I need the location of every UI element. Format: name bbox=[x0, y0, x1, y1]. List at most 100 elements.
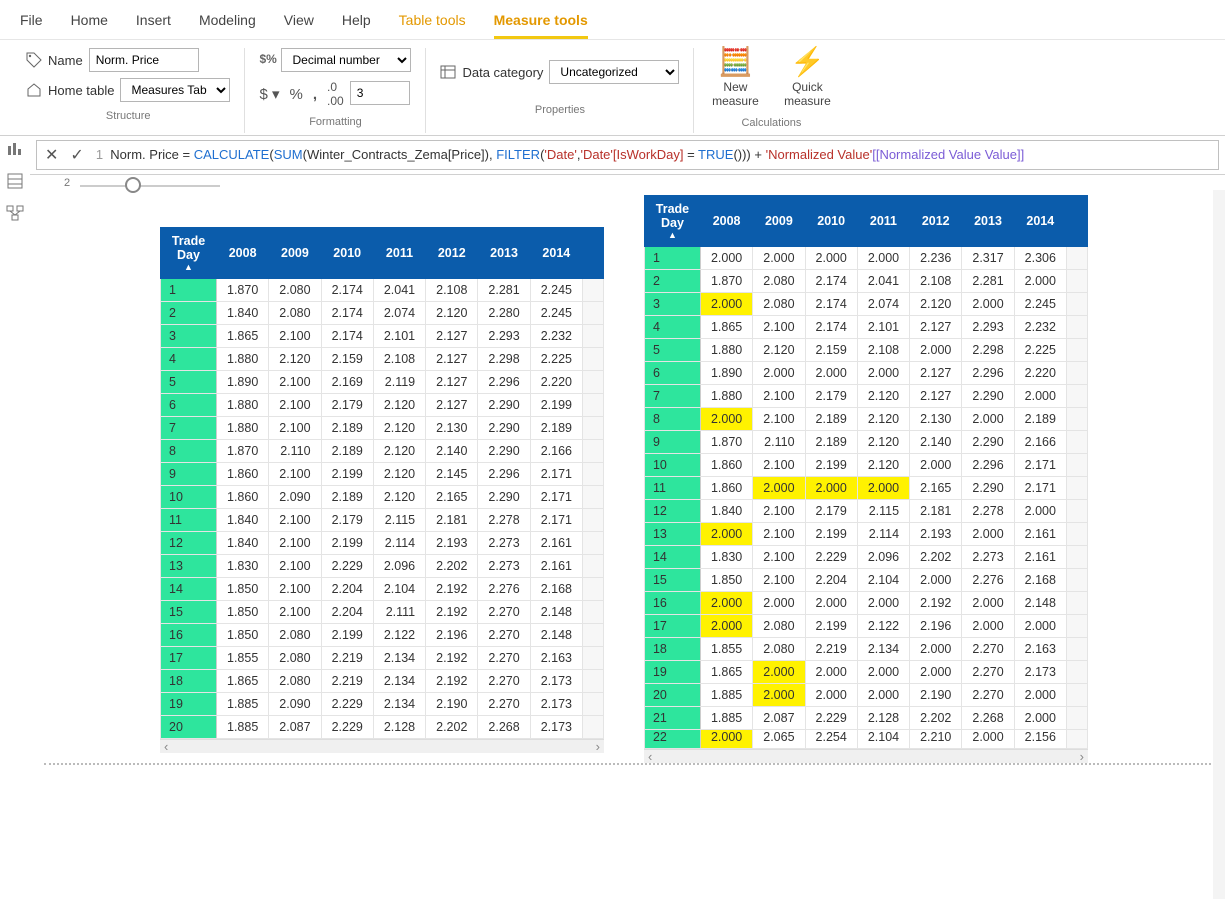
table-row[interactable]: 31.8652.1002.1742.1012.1272.2932.232 bbox=[161, 324, 604, 347]
table-row[interactable]: 141.8302.1002.2292.0962.2022.2732.161 bbox=[644, 545, 1087, 568]
slicer-track[interactable] bbox=[80, 185, 220, 187]
table-row[interactable]: 121.8402.1002.1992.1142.1932.2732.161 bbox=[161, 531, 604, 554]
col-header[interactable]: 2012 bbox=[426, 227, 478, 278]
table-row[interactable]: 61.8802.1002.1792.1202.1272.2902.199 bbox=[161, 393, 604, 416]
table-row[interactable]: 131.8302.1002.2292.0962.2022.2732.161 bbox=[161, 554, 604, 577]
quick-measure-button[interactable]: ⚡ Quick measure bbox=[780, 48, 834, 109]
percent-button[interactable]: % bbox=[290, 86, 303, 103]
table-row[interactable]: 201.8852.0872.2292.1282.2022.2682.173 bbox=[161, 715, 604, 738]
tab-measure-tools[interactable]: Measure tools bbox=[494, 6, 588, 39]
tab-file[interactable]: File bbox=[20, 6, 43, 39]
table-row[interactable]: 151.8502.1002.2042.1112.1922.2702.148 bbox=[161, 600, 604, 623]
cell: 2.273 bbox=[478, 531, 530, 554]
table-row[interactable]: 181.8552.0802.2192.1342.0002.2702.163 bbox=[644, 637, 1087, 660]
col-header[interactable]: TradeDay▲ bbox=[161, 227, 217, 278]
table-row[interactable]: 141.8502.1002.2042.1042.1922.2762.168 bbox=[161, 577, 604, 600]
report-view-icon[interactable] bbox=[6, 140, 24, 158]
table-row[interactable]: 41.8802.1202.1592.1082.1272.2982.225 bbox=[161, 347, 604, 370]
decimal-places-input[interactable] bbox=[350, 81, 410, 105]
cell: 2.100 bbox=[753, 407, 805, 430]
table-row[interactable]: 191.8852.0902.2292.1342.1902.2702.173 bbox=[161, 692, 604, 715]
table-row[interactable]: 162.0002.0002.0002.0002.1922.0002.148 bbox=[644, 591, 1087, 614]
new-measure-button[interactable]: 🧮 New measure bbox=[708, 48, 762, 109]
table-row[interactable]: 172.0002.0802.1992.1222.1962.0002.000 bbox=[644, 614, 1087, 637]
currency-button[interactable]: $ ▾ bbox=[259, 85, 279, 103]
table-row[interactable]: 61.8902.0002.0002.0002.1272.2962.220 bbox=[644, 361, 1087, 384]
table-row[interactable]: 151.8502.1002.2042.1042.0002.2762.168 bbox=[644, 568, 1087, 591]
tab-view[interactable]: View bbox=[284, 6, 314, 39]
table-row[interactable]: 82.0002.1002.1892.1202.1302.0002.189 bbox=[644, 407, 1087, 430]
table-row[interactable]: 101.8602.0902.1892.1202.1652.2902.171 bbox=[161, 485, 604, 508]
col-header[interactable]: 2008 bbox=[700, 195, 752, 246]
col-header[interactable]: 2013 bbox=[962, 195, 1014, 246]
col-header[interactable]: 2009 bbox=[269, 227, 321, 278]
tab-help[interactable]: Help bbox=[342, 6, 371, 39]
table-row[interactable]: 11.8702.0802.1742.0412.1082.2812.245 bbox=[161, 278, 604, 301]
formula-cancel-icon[interactable]: ✕ bbox=[45, 145, 58, 165]
cell: 2.100 bbox=[269, 531, 321, 554]
table-row[interactable]: 12.0002.0002.0002.0002.2362.3172.306 bbox=[644, 246, 1087, 269]
col-header[interactable]: 2014 bbox=[1014, 195, 1066, 246]
thousands-button[interactable]: , bbox=[313, 86, 317, 103]
cell: 2.268 bbox=[478, 715, 530, 738]
matrix-visual-right[interactable]: TradeDay▲200820092010201120122013201412.… bbox=[644, 195, 1088, 763]
col-header[interactable]: 2013 bbox=[478, 227, 530, 278]
formula-bar[interactable]: ✕ ✓ 1 Norm. Price = CALCULATE(SUM(Winter… bbox=[30, 136, 1225, 175]
tab-modeling[interactable]: Modeling bbox=[199, 6, 256, 39]
tab-home[interactable]: Home bbox=[71, 6, 108, 39]
table-row[interactable]: 201.8852.0002.0002.0002.1902.2702.000 bbox=[644, 683, 1087, 706]
cell: 2.110 bbox=[269, 439, 321, 462]
table-row[interactable]: 101.8602.1002.1992.1202.0002.2962.171 bbox=[644, 453, 1087, 476]
col-header[interactable]: 2011 bbox=[373, 227, 425, 278]
col-header[interactable]: 2011 bbox=[857, 195, 909, 246]
dax-expression[interactable]: 1 Norm. Price = CALCULATE(SUM(Winter_Con… bbox=[96, 147, 1024, 162]
data-view-icon[interactable] bbox=[6, 172, 24, 190]
col-header[interactable]: 2008 bbox=[217, 227, 269, 278]
table-row[interactable]: 211.8852.0872.2292.1282.2022.2682.000 bbox=[644, 706, 1087, 729]
table-row[interactable]: 121.8402.1002.1792.1152.1812.2782.000 bbox=[644, 499, 1087, 522]
col-header[interactable]: 2010 bbox=[805, 195, 857, 246]
table-row[interactable]: 111.8602.0002.0002.0002.1652.2902.171 bbox=[644, 476, 1087, 499]
tab-table-tools[interactable]: Table tools bbox=[399, 6, 466, 39]
measure-name-input[interactable] bbox=[89, 48, 199, 72]
table-row[interactable]: 191.8652.0002.0002.0002.0002.2702.173 bbox=[644, 660, 1087, 683]
table-row[interactable]: 51.8802.1202.1592.1082.0002.2982.225 bbox=[644, 338, 1087, 361]
col-header[interactable]: 2010 bbox=[321, 227, 373, 278]
cell: 2.161 bbox=[1014, 522, 1066, 545]
hscroll-right[interactable] bbox=[644, 749, 1088, 763]
data-category-select[interactable]: Uncategorized bbox=[549, 60, 679, 84]
table-row[interactable]: 181.8652.0802.2192.1342.1922.2702.173 bbox=[161, 669, 604, 692]
table-row[interactable]: 21.8402.0802.1742.0742.1202.2802.245 bbox=[161, 301, 604, 324]
table-row[interactable]: 41.8652.1002.1742.1012.1272.2932.232 bbox=[644, 315, 1087, 338]
table-row[interactable]: 222.0002.0652.2542.1042.2102.0002.156 bbox=[644, 729, 1087, 748]
panes-collapsed[interactable] bbox=[1213, 190, 1225, 899]
hscroll-left[interactable] bbox=[160, 739, 604, 753]
table-row[interactable]: 21.8702.0802.1742.0412.1082.2812.000 bbox=[644, 269, 1087, 292]
table-row[interactable]: 71.8802.1002.1792.1202.1272.2902.000 bbox=[644, 384, 1087, 407]
col-header[interactable]: TradeDay▲ bbox=[644, 195, 700, 246]
col-header[interactable]: 2009 bbox=[753, 195, 805, 246]
home-table-select[interactable]: Measures Table bbox=[120, 78, 230, 102]
table-row[interactable]: 32.0002.0802.1742.0742.1202.0002.245 bbox=[644, 292, 1087, 315]
table-row[interactable]: 171.8552.0802.2192.1342.1922.2702.163 bbox=[161, 646, 604, 669]
table-row[interactable]: 91.8702.1102.1892.1202.1402.2902.166 bbox=[644, 430, 1087, 453]
table-row[interactable]: 51.8902.1002.1692.1192.1272.2962.220 bbox=[161, 370, 604, 393]
col-header[interactable]: 2012 bbox=[910, 195, 962, 246]
format-select[interactable]: Decimal number bbox=[281, 48, 411, 72]
formula-commit-icon[interactable]: ✓ bbox=[70, 145, 83, 165]
tab-insert[interactable]: Insert bbox=[136, 6, 171, 39]
table-row[interactable]: 161.8502.0802.1992.1222.1962.2702.148 bbox=[161, 623, 604, 646]
model-view-icon[interactable] bbox=[6, 204, 24, 222]
matrix-visual-left[interactable]: TradeDay▲200820092010201120122013201411.… bbox=[160, 227, 604, 763]
slicer-handle[interactable] bbox=[125, 177, 141, 193]
col-header[interactable]: 2014 bbox=[530, 227, 582, 278]
cell: 2.281 bbox=[478, 278, 530, 301]
table-row[interactable]: 132.0002.1002.1992.1142.1932.0002.161 bbox=[644, 522, 1087, 545]
report-canvas[interactable]: TradeDay▲200820092010201120122013201411.… bbox=[30, 189, 1225, 763]
cell: 2.196 bbox=[910, 614, 962, 637]
table-row[interactable]: 111.8402.1002.1792.1152.1812.2782.171 bbox=[161, 508, 604, 531]
table-row[interactable]: 81.8702.1102.1892.1202.1402.2902.166 bbox=[161, 439, 604, 462]
table-row[interactable]: 71.8802.1002.1892.1202.1302.2902.189 bbox=[161, 416, 604, 439]
cell: 2.232 bbox=[1014, 315, 1066, 338]
table-row[interactable]: 91.8602.1002.1992.1202.1452.2962.171 bbox=[161, 462, 604, 485]
